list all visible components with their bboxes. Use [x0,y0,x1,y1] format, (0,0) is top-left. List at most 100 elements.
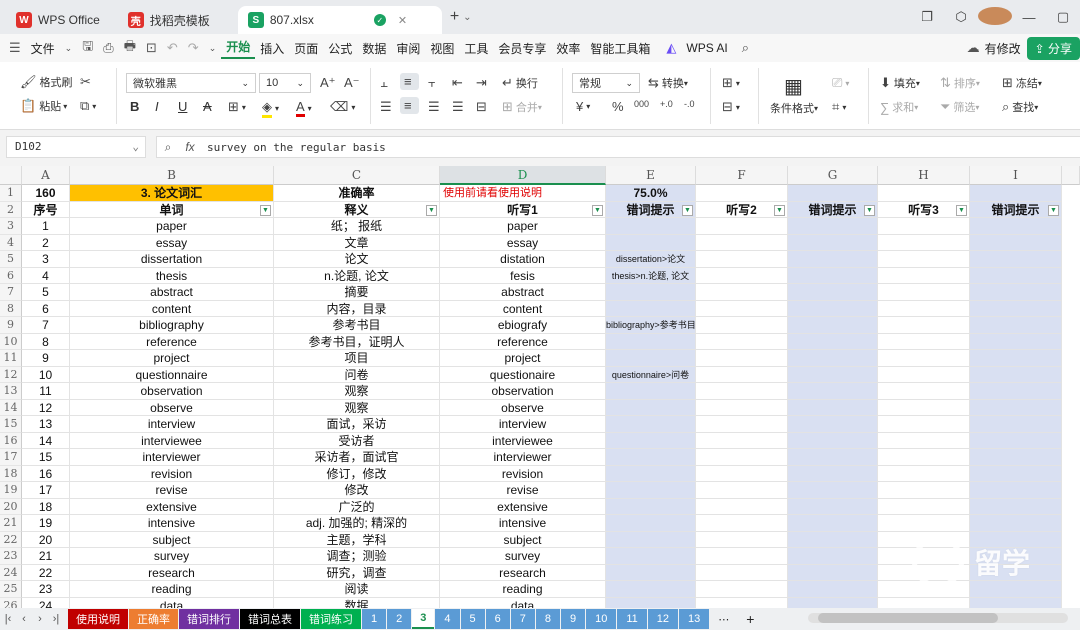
table-cell[interactable]: paper [70,218,274,235]
font-color-button[interactable]: A ▾ [296,99,312,117]
row-header[interactable]: 25 [0,581,22,598]
table-cell[interactable] [970,515,1062,532]
table-cell[interactable] [788,333,878,350]
row-header[interactable]: 12 [0,366,22,383]
print-preview-icon[interactable]: ⎙ [98,40,118,56]
table-cell[interactable]: reference [70,333,274,350]
table-cell[interactable] [878,234,970,251]
table-cell[interactable] [696,399,788,416]
more-sheets-button[interactable]: ⋯ [710,609,737,629]
table-cell[interactable] [606,234,696,251]
table-cell[interactable] [696,251,788,268]
table-cell[interactable]: 16 [22,465,70,482]
wrap-text-button[interactable]: ↵ 换行 [502,75,538,91]
sheet-tab[interactable]: 错词总表 [240,609,300,629]
table-cell[interactable] [606,449,696,466]
row-header[interactable]: 26 [0,597,22,608]
row-header[interactable]: 16 [0,432,22,449]
table-cell[interactable] [970,498,1062,515]
menu-smart-toolbox[interactable]: 智能工具箱 [585,40,655,57]
table-cell[interactable] [970,399,1062,416]
table-cell[interactable] [606,432,696,449]
table-cell[interactable] [788,498,878,515]
thousands-button[interactable]: 000 [634,99,652,109]
distribute-button[interactable]: ⊟ [476,99,490,115]
table-cell[interactable] [970,416,1062,433]
table-cell[interactable] [696,432,788,449]
row-header[interactable]: 10 [0,333,22,350]
chevron-down-icon[interactable]: ⌄ [60,43,78,54]
menu-page[interactable]: 页面 [289,40,323,57]
tab-template[interactable]: 壳 找稻壳模板 [118,6,220,34]
merge-button[interactable]: ⊞ 合并 ▾ [502,99,542,115]
table-cell[interactable] [878,284,970,301]
table-cell[interactable] [696,284,788,301]
table-cell[interactable]: 5 [22,284,70,301]
row-header[interactable]: 7 [0,284,22,301]
row-header[interactable]: 6 [0,267,22,284]
table-cell[interactable] [970,432,1062,449]
sheet-tab-13[interactable]: 13 [679,609,710,629]
decrease-font-button[interactable]: A⁻ [344,75,363,91]
table-cell[interactable]: distation [440,251,606,268]
font-size-select[interactable]: 10 ⌄ [259,73,311,93]
fill-button[interactable]: ⬇ 填充 ▾ [880,75,920,91]
percent-button[interactable]: % [612,99,627,114]
table-cell[interactable] [970,482,1062,499]
table-cell[interactable] [970,350,1062,367]
table-cell[interactable]: interview [70,416,274,433]
table-cell[interactable] [606,333,696,350]
next-sheet-icon[interactable]: › [32,613,48,625]
table-cell[interactable]: reading [70,581,274,598]
table-cell[interactable]: fesis [440,267,606,284]
table-cell[interactable]: 10 [22,366,70,383]
table-cell[interactable] [788,267,878,284]
zoom-icon[interactable]: ⌕ [157,140,179,155]
table-cell[interactable] [970,267,1062,284]
row-header[interactable]: 8 [0,300,22,317]
menu-tools[interactable]: 工具 [459,40,493,57]
table-cell[interactable] [696,597,788,608]
table-cell[interactable]: 12 [22,399,70,416]
menu-file[interactable]: 文件 [26,40,60,57]
sheet-tab-7[interactable]: 7 [510,609,535,629]
table-header-cell[interactable]: 听写1 ▼ [440,201,606,218]
align-left-button[interactable]: ☰ [380,99,395,115]
table-cell[interactable]: research [440,564,606,581]
row-header[interactable]: 23 [0,548,22,565]
table-cell[interactable] [606,531,696,548]
table-cell[interactable]: 23 [22,581,70,598]
table-header-cell[interactable]: 错词提示 ▼ [970,201,1062,218]
table-cell[interactable] [878,432,970,449]
table-cell[interactable]: observe [70,399,274,416]
table-cell[interactable]: revise [440,482,606,499]
table-cell[interactable] [696,482,788,499]
cell-total-count[interactable]: 160 [22,185,70,202]
table-cell[interactable]: 21 [22,548,70,565]
table-cell[interactable] [696,548,788,565]
table-cell[interactable]: content [70,300,274,317]
table-cell[interactable] [696,234,788,251]
table-cell[interactable]: 主题，学科 [274,531,440,548]
table-cell[interactable]: research [70,564,274,581]
table-cell[interactable]: survey [70,548,274,565]
sheet-tab[interactable]: 错词排行 [179,609,239,629]
column-header-c[interactable]: C [274,166,440,185]
table-cell[interactable] [878,218,970,235]
table-cell[interactable]: 6 [22,300,70,317]
cell-accuracy-label[interactable]: 准确率 [274,185,440,202]
border-button[interactable]: ⊞ ▾ [228,99,246,115]
chevron-down-icon[interactable]: ⌄ [204,43,222,54]
preview-icon[interactable]: ⊡ [141,40,162,56]
table-cell[interactable]: paper [440,218,606,235]
table-cell[interactable] [788,300,878,317]
table-cell[interactable]: bibliography>参考书目 [606,317,696,334]
table-cell[interactable]: 参考书目 [274,317,440,334]
table-cell[interactable]: 11 [22,383,70,400]
menu-home[interactable]: 开始 [221,38,256,59]
table-cell[interactable] [878,482,970,499]
table-cell[interactable]: 参考书目，证明人 [274,333,440,350]
table-cell[interactable]: ebiografy [440,317,606,334]
table-cell[interactable]: bibliography [70,317,274,334]
table-cell[interactable] [606,515,696,532]
